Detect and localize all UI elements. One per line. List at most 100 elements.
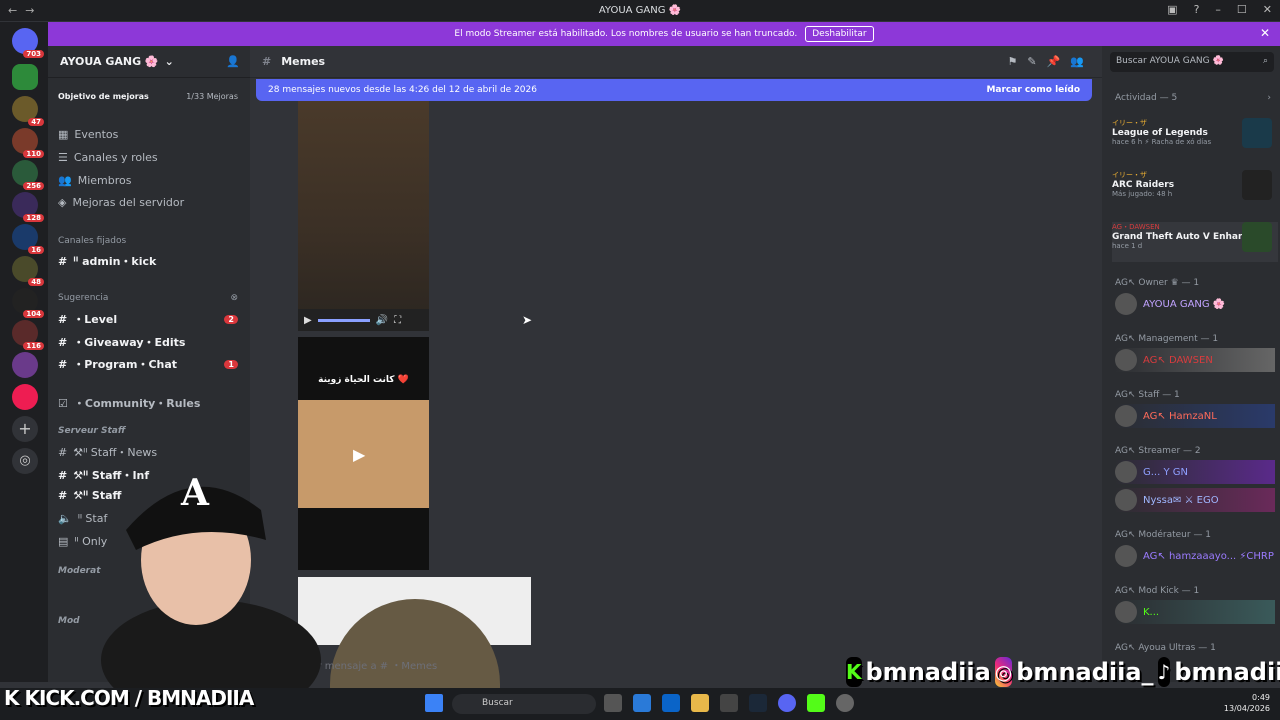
tiktok-live-icon[interactable] — [12, 384, 38, 410]
close-icon[interactable]: ✕ — [1263, 3, 1272, 16]
steam-icon[interactable] — [749, 694, 767, 712]
windows-start-icon[interactable] — [425, 694, 443, 712]
channel-community-rules[interactable]: ☑ ・Community・Rules — [58, 395, 200, 411]
channel-program-chat[interactable]: # ・Program・Chat 1 — [58, 356, 238, 372]
outlook-icon[interactable] — [662, 694, 680, 712]
channel-staff-news[interactable]: # ⚒ᑊᑊ Staff・News — [58, 444, 157, 460]
kick-icon[interactable] — [807, 694, 825, 712]
events-item[interactable]: ▦ Eventos — [58, 128, 118, 141]
activity-card[interactable]: イリー・ザ League of Legends hace 6 h ⚡ Racha… — [1112, 118, 1278, 148]
streamer-mode-banner: El modo Streamer está habilitado. Los no… — [48, 22, 1280, 46]
minimize-icon[interactable]: – — [1215, 3, 1221, 16]
menu-label: Canales y roles — [73, 151, 158, 164]
volume-icon[interactable]: 🔊 — [376, 315, 388, 326]
play-icon[interactable]: ▶ — [353, 445, 365, 464]
app-icon[interactable] — [836, 694, 854, 712]
maximize-icon[interactable]: ☐ — [1237, 3, 1247, 16]
hash-icon: # — [58, 335, 68, 349]
new-messages-bar[interactable]: 28 mensajes nuevos desde las 4:26 del 12… — [256, 79, 1092, 101]
add-server-icon[interactable]: + — [12, 416, 38, 442]
taskbar-search[interactable]: Buscar — [452, 694, 596, 714]
add-user-icon[interactable]: 👤 — [226, 55, 240, 68]
server-icon[interactable] — [12, 352, 38, 378]
server-icon[interactable]: 116 — [12, 320, 44, 350]
close-icon[interactable]: ✕ — [1260, 26, 1270, 40]
member-item[interactable]: G... Y GN — [1115, 460, 1275, 484]
folder-icon[interactable] — [691, 694, 709, 712]
member-item[interactable]: AG↖ hamzaaayo... ⚡CHRP — [1115, 544, 1275, 568]
member-item[interactable]: AG↖ HamzaNL — [1115, 404, 1275, 428]
members-item[interactable]: 👥 Miembros — [58, 174, 131, 187]
disable-button[interactable]: Deshabilitar — [805, 26, 874, 42]
discord-home-icon[interactable]: 703 — [12, 28, 44, 58]
title-bar: ←→ AYOUA GANG 🌸 ▣? – ☐ ✕ — [0, 0, 1280, 21]
task-view-icon[interactable] — [604, 694, 622, 712]
boost-goal[interactable]: Objetivo de mejoras 1/33 Mejoras — [58, 92, 238, 101]
server-icon[interactable]: 110 — [12, 128, 44, 158]
role-header: AG↖ Streamer — 2 — [1115, 446, 1201, 456]
video-attachment[interactable]: ▶ 🔊 ⛶ — [298, 101, 429, 331]
kick-icon: K — [846, 657, 862, 687]
badge: 703 — [23, 50, 44, 58]
member-item[interactable]: Nyssa✉ ⚔ EGO — [1115, 488, 1275, 512]
fullscreen-icon[interactable]: ⛶ — [394, 315, 401, 326]
channel-admin-kick[interactable]: # ᑊᑊ admin・kick — [58, 253, 156, 269]
category-moderation[interactable]: Moderat — [58, 566, 101, 576]
new-messages-text: 28 mensajes nuevos desde las 4:26 del 12… — [268, 85, 537, 95]
inbox-icon[interactable]: ▣ — [1167, 3, 1177, 16]
channel-giveaway[interactable]: # ・Giveaway・Edits — [58, 334, 185, 350]
badge: 48 — [28, 278, 44, 286]
hash-icon: # — [58, 445, 68, 459]
taskbar-search-label: Buscar — [482, 698, 513, 708]
activity-card[interactable]: イリー・ザ ARC Raiders Más jugado: 48 h — [1112, 170, 1278, 200]
member-item[interactable]: K... — [1115, 600, 1275, 624]
system-clock[interactable]: 0:49 13/04/2026 — [1224, 692, 1270, 714]
channel-level[interactable]: # ・Level 2 — [58, 311, 238, 327]
boost-count: 1/33 Mejoras — [186, 92, 238, 101]
badge: 256 — [23, 182, 44, 190]
hash-icon: # — [58, 312, 68, 326]
play-icon[interactable]: ▶ — [304, 315, 312, 326]
activity-card[interactable]: AG・DAWSEN Grand Theft Auto V Enhan... ha… — [1112, 222, 1278, 262]
taskbar-apps[interactable] — [604, 694, 854, 712]
store-icon[interactable] — [633, 694, 651, 712]
server-icon[interactable]: 47 — [12, 96, 44, 126]
progress-bar[interactable] — [317, 318, 370, 322]
instagram-icon: ◎ — [994, 657, 1013, 687]
server-icon[interactable] — [12, 64, 38, 90]
member-name: AG↖ hamzaaayo... ⚡CHRP — [1143, 550, 1274, 562]
window-controls[interactable]: ▣? – ☐ ✕ — [1167, 3, 1272, 16]
channel-label: ・Community・Rules — [73, 397, 201, 410]
search-input[interactable]: Buscar AYOUA GANG 🌸 ⌕ — [1110, 52, 1274, 72]
server-icon[interactable]: 16 — [12, 224, 44, 254]
channels-roles-item[interactable]: ☰ Canales y roles — [58, 151, 158, 164]
unread-badge: 2 — [224, 314, 238, 324]
boosts-item[interactable]: ◈ Mejoras del servidor — [58, 196, 184, 209]
category-serveur-staff[interactable]: Serveur Staff — [58, 426, 125, 436]
discord-icon[interactable] — [778, 694, 796, 712]
mark-read-button[interactable]: Marcar como leído — [986, 85, 1080, 95]
image-attachment[interactable] — [298, 577, 531, 689]
server-header[interactable]: AYOUA GANG 🌸 ⌄ 👤 — [48, 46, 250, 78]
channel-label: ᑊᑊ admin・kick — [73, 255, 157, 268]
server-icon[interactable]: 104 — [12, 288, 44, 318]
server-icon[interactable]: 256 — [12, 160, 44, 190]
badge: 110 — [23, 150, 44, 158]
app-icon[interactable] — [720, 694, 738, 712]
discover-icon[interactable]: ◎ — [12, 448, 38, 474]
badge: 16 — [28, 246, 44, 254]
server-list: 703 47 110 256 128 16 48 104 116 + ◎ — [0, 22, 48, 682]
rules-icon: ☑ — [58, 396, 68, 410]
nav-arrows[interactable]: ←→ — [8, 4, 42, 17]
banner-text: El modo Streamer está habilitado. Los no… — [454, 29, 798, 39]
server-icon[interactable]: 128 — [12, 192, 44, 222]
category-mod[interactable]: Mod — [58, 616, 80, 626]
member-item[interactable]: AYOUA GANG 🌸 — [1115, 292, 1275, 316]
activity-header[interactable]: Actividad — 5 › — [1115, 93, 1275, 103]
close-icon[interactable]: ⊗ — [230, 293, 238, 303]
header-tools[interactable]: ⚑✎📌👥 — [1008, 55, 1094, 68]
server-icon[interactable]: 48 — [12, 256, 44, 286]
video-controls[interactable]: ▶ 🔊 ⛶ — [298, 309, 429, 331]
help-icon[interactable]: ? — [1194, 3, 1200, 16]
member-item[interactable]: AG↖ DAWSEN — [1115, 348, 1275, 372]
